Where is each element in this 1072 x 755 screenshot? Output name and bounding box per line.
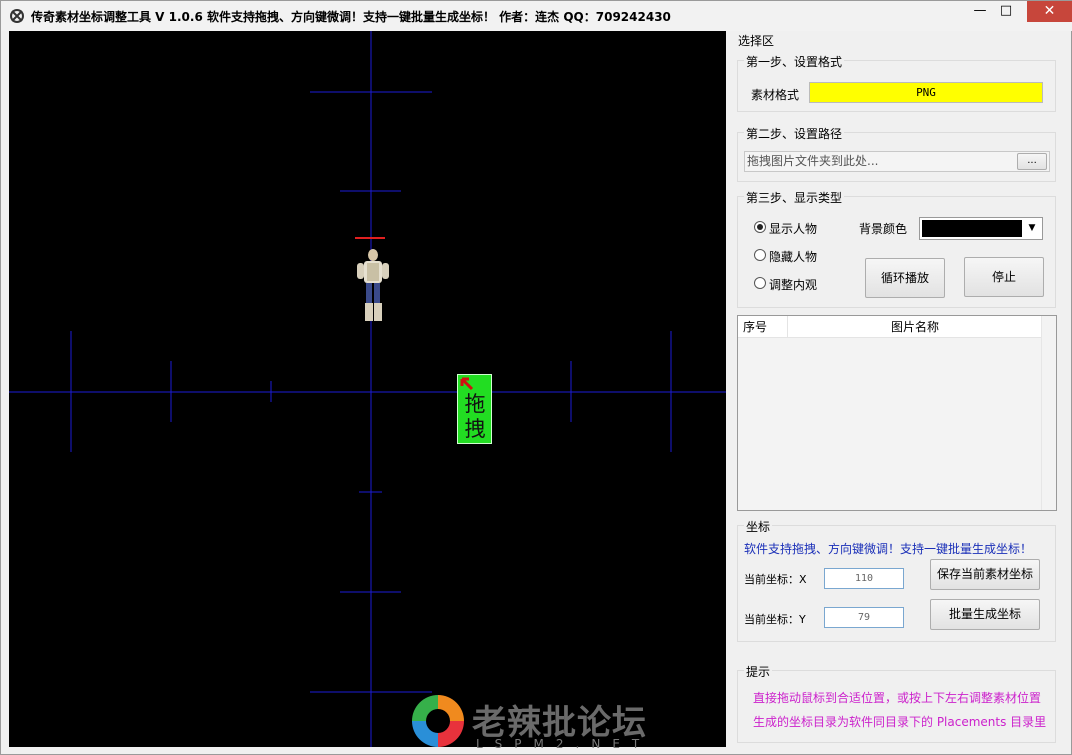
image-list[interactable]: 序号 图片名称 [737,315,1057,511]
close-button[interactable]: ✕ [1027,1,1072,22]
preview-canvas[interactable]: 拖拽 [9,31,726,747]
stop-button[interactable]: 停止 [964,257,1044,297]
drag-handle[interactable]: 拖拽 [457,374,492,444]
format-value-text: PNG [916,86,936,99]
minimize-button[interactable]: — [967,1,993,22]
radio-hide-character-label[interactable]: 隐藏人物 [769,248,817,265]
step1-title: 第一步、设置格式 [744,53,845,70]
hint-group: 提示 [737,663,1056,743]
arrow-up-left-icon [460,377,474,391]
path-input[interactable]: 拖拽图片文件夹到此处... [744,151,1050,172]
list-header: 序号 图片名称 [738,316,1042,338]
step3-title: 第三步、显示类型 [744,189,845,206]
guide-lines [9,31,726,747]
format-label: 素材格式 [751,88,800,102]
character-figure [357,249,389,321]
window-title: 传奇素材坐标调整工具 V 1.0.6 软件支持拖拽、方向键微调！支持一键批量生成… [31,10,671,24]
hint-line-2: 生成的坐标目录为软件同目录下的 Placements 目录里 [753,715,1047,729]
watermark-text-en: LSPM2.NET [476,737,652,751]
step2-title: 第二步、设置路径 [744,125,845,142]
radio-show-character[interactable] [754,221,766,233]
maximize-button[interactable]: □ [993,1,1019,22]
app-window: 传奇素材坐标调整工具 V 1.0.6 软件支持拖拽、方向键微调！支持一键批量生成… [0,0,1072,755]
radio-show-character-label[interactable]: 显示人物 [769,220,817,237]
column-header-index[interactable]: 序号 [738,316,788,338]
path-placeholder: 拖拽图片文件夹到此处... [747,154,879,168]
y-coord-label: 当前坐标：Y [744,613,806,626]
title-bar: 传奇素材坐标调整工具 V 1.0.6 软件支持拖拽、方向键微调！支持一键批量生成… [1,1,1072,31]
x-coord-field[interactable]: 110 [824,568,904,589]
x-coord-value: 110 [854,573,874,584]
list-scrollbar[interactable] [1041,316,1056,510]
radio-adjust-appearance[interactable] [754,277,766,289]
watermark-logo [412,695,464,747]
bg-color-swatch [922,220,1022,237]
side-panel: 选择区 第一步、设置格式 素材格式 PNG 第二步、设置路径 拖拽图片文件夹到此… [732,31,1066,747]
chevron-down-icon: ▼ [1028,223,1036,233]
y-coord-value: 79 [857,612,871,623]
column-header-name[interactable]: 图片名称 [788,316,1042,338]
y-coord-field[interactable]: 79 [824,607,904,628]
bg-color-dropdown[interactable]: ▼ [919,217,1043,240]
watermark: 老辣批论坛 LSPM2.NET [406,689,676,755]
save-coords-button[interactable]: 保存当前素材坐标 [930,559,1040,590]
radio-adjust-appearance-label[interactable]: 调整内观 [769,276,817,293]
loop-play-button[interactable]: 循环播放 [865,258,945,298]
x-coord-label: 当前坐标：X [744,573,807,586]
section-title: 选择区 [738,34,775,48]
radio-hide-character[interactable] [754,249,766,261]
format-value[interactable]: PNG [809,82,1043,103]
hint-title: 提示 [744,663,773,680]
app-icon [10,9,24,23]
coords-notice: 软件支持拖拽、方向键微调！支持一键批量生成坐标！ [744,542,1033,556]
hint-line-1: 直接拖动鼠标到合适位置，或按上下左右调整素材位置 [753,691,1042,705]
bg-color-label: 背景颜色 [859,222,908,236]
browse-button[interactable]: ... [1017,153,1047,170]
coords-title: 坐标 [744,518,773,535]
batch-generate-button[interactable]: 批量生成坐标 [930,599,1040,630]
drag-label: 拖拽 [464,392,486,441]
